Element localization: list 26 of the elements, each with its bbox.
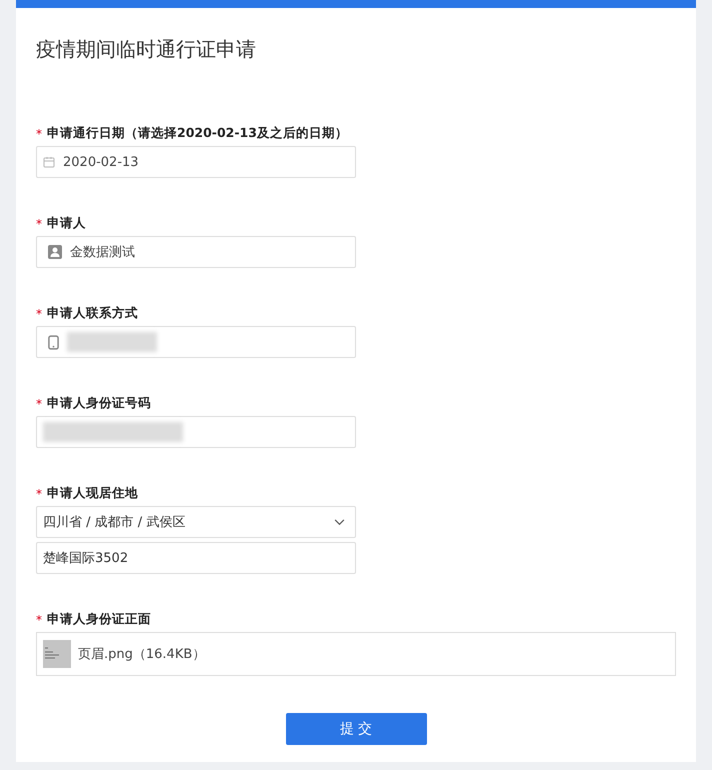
field-label: 申请人	[47, 215, 86, 232]
uploaded-file[interactable]: 页眉.png（16.4KB）	[36, 632, 676, 676]
required-asterisk: *	[36, 486, 42, 500]
file-thumbnail	[43, 640, 71, 668]
person-icon	[48, 245, 62, 259]
field-label: 申请人现居住地	[47, 485, 138, 502]
region-select[interactable]: 四川省 / 成都市 / 武侯区	[36, 506, 356, 538]
calendar-icon	[43, 156, 55, 168]
date-field[interactable]: 2020-02-13	[36, 146, 356, 178]
field-label: 申请人联系方式	[47, 305, 138, 322]
required-asterisk: *	[36, 126, 42, 140]
required-asterisk: *	[36, 396, 42, 410]
phone-icon	[48, 334, 59, 350]
form-title: 疫情期间临时通行证申请	[36, 36, 257, 63]
name-field[interactable]: 金数据测试	[36, 236, 356, 268]
phone-field[interactable]	[36, 326, 356, 358]
field-label: 申请通行日期（请选择2020-02-13及之后的日期）	[47, 125, 348, 142]
id-number-field[interactable]	[36, 416, 356, 448]
field-label: 申请人身份证正面	[47, 611, 151, 628]
required-asterisk: *	[36, 612, 42, 626]
required-asterisk: *	[36, 216, 42, 230]
address-field[interactable]: 楚峰国际3502	[36, 542, 356, 574]
required-asterisk: *	[36, 306, 42, 320]
field-label: 申请人身份证号码	[47, 395, 151, 412]
submit-button[interactable]: 提 交	[286, 713, 426, 745]
chevron-down-icon	[334, 518, 345, 526]
